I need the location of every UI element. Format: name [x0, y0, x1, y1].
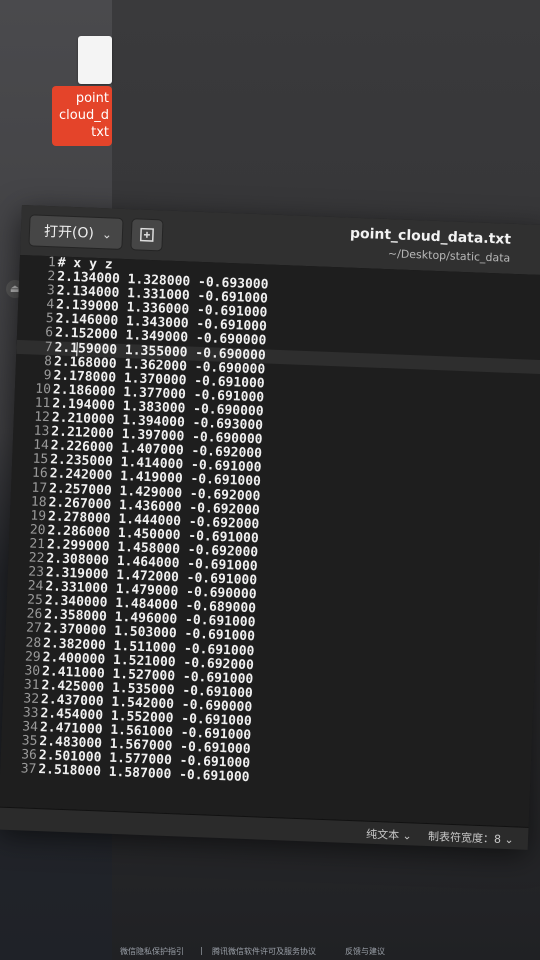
- text-file-icon[interactable]: [78, 36, 112, 84]
- line-number: 17: [31, 480, 48, 496]
- tab-width-dropdown[interactable]: 制表符宽度：8 ⌄: [428, 828, 514, 847]
- line-number: 11: [34, 395, 51, 412]
- desktop-file-label[interactable]: point cloud_d txt: [52, 86, 112, 146]
- line-number: 7: [44, 339, 53, 355]
- line-number: 32: [23, 691, 40, 707]
- new-document-button[interactable]: [130, 218, 164, 252]
- line-number: 13: [33, 423, 50, 440]
- footer: 微信隐私保护指引 | 腾讯微信软件许可及服务协议 反馈与建议: [0, 946, 540, 960]
- line-number: 35: [21, 733, 38, 750]
- line-number: 16: [31, 465, 48, 482]
- syntax-mode-dropdown[interactable]: 纯文本 ⌄: [366, 826, 412, 844]
- document-path: ~/Desktop/static_data: [387, 247, 511, 265]
- line-number: 3: [46, 283, 56, 299]
- line-number: 8: [43, 353, 53, 369]
- line-number: 2: [47, 269, 56, 285]
- line-number: 23: [27, 564, 45, 581]
- line-number: 26: [26, 606, 43, 623]
- chevron-down-icon: ⌄: [101, 227, 113, 242]
- line-number: 24: [27, 578, 44, 595]
- line-number: 33: [22, 705, 39, 722]
- text-area[interactable]: 1# x y z 22.134000 1.328000 -0.693000 32.1…: [0, 254, 540, 827]
- license-link[interactable]: 腾讯微信软件许可及服务协议: [212, 946, 316, 957]
- line-number: 36: [20, 747, 38, 764]
- line-number: 22: [28, 550, 45, 567]
- privacy-link[interactable]: 微信隐私保护指引: [120, 946, 184, 957]
- line-number: 14: [32, 437, 50, 454]
- text-editor-window: 打开(O) ⌄ point_cloud_data.txt ~/Desktop/s…: [0, 205, 540, 850]
- line-number: 5: [45, 311, 54, 327]
- feedback-link[interactable]: 反馈与建议: [345, 946, 385, 957]
- line-number: 15: [32, 451, 49, 468]
- line-number: 21: [29, 536, 46, 553]
- footer-separator: |: [200, 946, 203, 955]
- line-number: 34: [22, 719, 39, 736]
- line-number: 9: [43, 367, 52, 384]
- line-number: 18: [30, 494, 47, 510]
- open-button-label: 打开(O): [43, 223, 95, 242]
- line-number: 1: [47, 255, 57, 271]
- line-number: 30: [24, 663, 41, 679]
- line-number: 4: [46, 297, 55, 313]
- line-number: 27: [25, 620, 43, 637]
- line-number: 19: [30, 508, 47, 524]
- document-title: point_cloud_data.txt: [349, 225, 512, 248]
- line-number: 31: [23, 677, 40, 693]
- open-button[interactable]: 打开(O) ⌄: [28, 214, 124, 250]
- line-number: 12: [33, 409, 51, 426]
- line-number: 29: [24, 649, 41, 665]
- line-number: 37: [20, 761, 37, 778]
- desktop-file-label-text: point cloud_d txt: [59, 91, 109, 140]
- line-number: 25: [26, 592, 44, 609]
- new-document-icon: [139, 227, 154, 242]
- line-number: 20: [29, 522, 46, 538]
- line-number: 6: [44, 325, 54, 341]
- line-number: 10: [35, 381, 52, 398]
- line-number: 28: [25, 634, 42, 651]
